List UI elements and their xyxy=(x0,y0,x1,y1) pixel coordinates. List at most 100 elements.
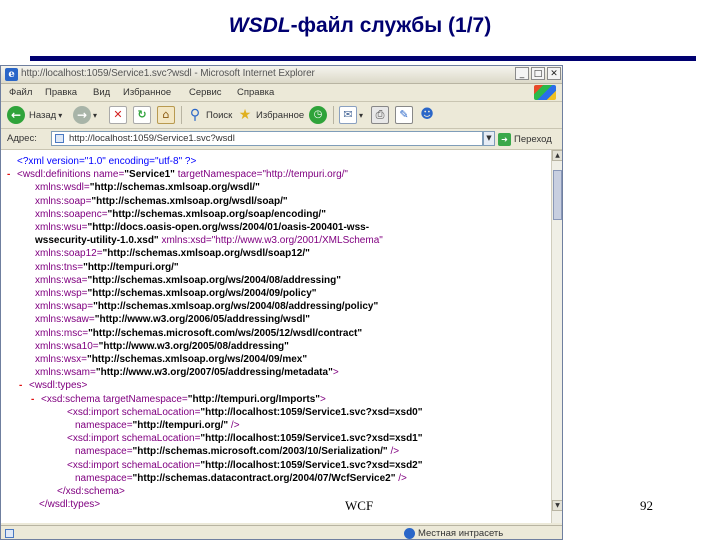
xml-line: namespace="http://tempuri.org/" /> xyxy=(65,420,240,432)
xml-tag-text: xmlns:msc= xyxy=(35,327,89,339)
xml-tag-tail: > xyxy=(332,367,339,379)
back-dropdown-icon[interactable]: ▾ xyxy=(58,111,62,120)
xml-tag-text: </wsdl:types> xyxy=(39,499,101,511)
maximize-button[interactable]: □ xyxy=(531,67,545,80)
xml-tag-text: xmlns:wsu= xyxy=(35,222,88,233)
xml-attr-value: "http://www.w3.org/2006/05/addressing/ws… xyxy=(94,314,311,326)
xml-tag-text: xmlns:soap= xyxy=(35,195,92,207)
xml-attr-value: "http://schemas.xmlsoap.org/ws/2004/09/m… xyxy=(86,354,308,365)
search-label: Поиск xyxy=(206,109,233,121)
page-status-icon xyxy=(5,529,14,538)
xml-attr-value: "http://docs.oasis-open.org/wss/2004/01/… xyxy=(87,222,370,233)
xml-line: <xsd:import schemaLocation="http://local… xyxy=(57,433,423,445)
xml-tag-text: xmlns:wsdl= xyxy=(35,182,90,194)
slide-footer-label: WCF xyxy=(345,498,374,513)
xml-attr-value: "http://localhost:1059/Service1.svc?xsd=… xyxy=(200,406,423,418)
browser-window: e http://localhost:1059/Service1.svc?wsd… xyxy=(0,65,563,540)
xml-tag-tail: /> xyxy=(387,446,400,458)
window-titlebar[interactable]: e http://localhost:1059/Service1.svc?wsd… xyxy=(1,66,562,84)
window-title: http://localhost:1059/Service1.svc?wsdl … xyxy=(21,68,315,79)
xml-tag-text: <xsd:import schemaLocation= xyxy=(67,459,201,471)
xml-attr-value: "http://schemas.xmlsoap.org/soap/encodin… xyxy=(107,208,326,220)
xml-tag-text: xmlns:tns= xyxy=(35,261,84,273)
slide-title-rest: -файл службы (1/7) xyxy=(290,14,492,37)
menu-item[interactable]: Справка xyxy=(237,87,274,98)
back-button[interactable]: ← Назад ▾ xyxy=(7,105,62,125)
xml-tag-text: xmlns:wsp= xyxy=(35,288,88,299)
title-divider xyxy=(30,56,696,61)
xml-tag-text: <wsdl:types> xyxy=(29,380,88,392)
xml-attr-value: "http://schemas.microsoft.com/ws/2005/12… xyxy=(88,327,363,339)
xml-line: namespace="http://schemas.datacontract.o… xyxy=(65,473,407,485)
mail-button[interactable]: ✉ ▾ xyxy=(339,105,363,125)
forward-button[interactable]: → ▾ xyxy=(73,105,97,125)
toolbar-divider xyxy=(181,106,182,124)
favorites-label: Избранное xyxy=(256,109,305,121)
xml-tag-tail: /> xyxy=(228,420,240,431)
print-button[interactable]: ⎙ xyxy=(371,105,389,125)
xml-attr-value: "http://tempuri.org/" xyxy=(83,261,179,273)
xml-line: - <wsdl:types> xyxy=(19,380,87,392)
xml-attr-value: "http://localhost:1059/Service1.svc?xsd=… xyxy=(200,433,423,445)
refresh-button[interactable]: ↻ xyxy=(133,105,151,125)
scroll-thumb[interactable] xyxy=(553,170,562,220)
collapse-toggle[interactable]: - xyxy=(19,380,29,392)
xml-tag-text: namespace= xyxy=(75,472,133,484)
menu-item[interactable]: Файл xyxy=(9,87,32,98)
close-button[interactable]: ✕ xyxy=(547,67,561,80)
go-button[interactable]: ➜ Переход xyxy=(498,131,552,147)
xml-tag-text: xmlns:wsap= xyxy=(35,301,94,313)
history-button[interactable]: ◷ xyxy=(309,105,327,125)
xml-attr-value: "http://schemas.xmlsoap.org/wsdl/" xyxy=(89,182,260,194)
favorites-button[interactable]: ★ Избранное xyxy=(237,105,304,125)
collapse-toggle[interactable]: - xyxy=(31,394,41,406)
xml-tag-text: xmlns:wsam= xyxy=(35,367,96,379)
minimize-button[interactable]: _ xyxy=(515,67,529,80)
xml-tag-text: <?xml version="1.0" encoding="utf-8" ?> xyxy=(17,156,197,167)
messenger-button[interactable]: ☻ xyxy=(419,105,435,125)
menu-item[interactable]: Сервис xyxy=(189,87,222,98)
xml-attr-value: "http://schemas.xmlsoap.org/ws/2004/08/a… xyxy=(93,301,379,313)
address-dropdown-icon[interactable]: ▼ xyxy=(483,131,495,146)
home-button[interactable]: ⌂ xyxy=(157,105,175,125)
menu-item[interactable]: Избранное xyxy=(123,87,171,98)
menu-item[interactable]: Правка xyxy=(45,87,77,98)
search-button[interactable]: ⚲ Поиск xyxy=(187,105,232,125)
xml-tag-text: namespace= xyxy=(75,420,133,431)
search-icon: ⚲ xyxy=(189,107,201,123)
xml-line: - <xsd:schema targetNamespace="http://tem… xyxy=(31,394,326,406)
edit-button[interactable]: ✎ xyxy=(395,105,413,125)
windows-flag-icon xyxy=(534,85,556,100)
xml-attr-value: "http://schemas.xmlsoap.org/wsdl/soap/" xyxy=(91,195,288,207)
address-input[interactable]: http://localhost:1059/Service1.svc?wsdl xyxy=(51,131,483,146)
xml-line: xmlns:soap12="http://schemas.xmlsoap.org… xyxy=(25,248,310,260)
messenger-people-icon: ☻ xyxy=(420,107,434,122)
xml-line: namespace="http://schemas.microsoft.com/… xyxy=(65,446,399,458)
mail-dropdown-icon[interactable]: ▾ xyxy=(359,111,363,120)
menu-item[interactable]: Вид xyxy=(93,87,110,98)
collapse-toggle[interactable]: - xyxy=(7,169,17,181)
stop-icon: ✕ xyxy=(109,106,127,124)
vertical-scrollbar[interactable]: ▲ ▼ xyxy=(551,150,562,523)
slide-page-number: 92 xyxy=(640,498,653,513)
xml-tag-text: </xsd:schema> xyxy=(57,486,125,497)
history-icon: ◷ xyxy=(309,106,327,124)
stop-button[interactable]: ✕ xyxy=(109,105,127,125)
forward-dropdown-icon[interactable]: ▾ xyxy=(93,111,97,120)
xml-line: xmlns:soap="http://schemas.xmlsoap.org/w… xyxy=(25,196,288,208)
xml-line: xmlns:wsa="http://schemas.xmlsoap.org/ws… xyxy=(25,275,341,287)
scroll-down-icon[interactable]: ▼ xyxy=(552,500,562,511)
xml-line: xmlns:wsam="http://www.w3.org/2007/05/ad… xyxy=(25,367,339,379)
xml-tag-tail: targetNamespace="http://tempuri.org/" xyxy=(174,169,348,181)
address-value: http://localhost:1059/Service1.svc?wsdl xyxy=(69,133,235,144)
xml-document-view[interactable]: <?xml version="1.0" encoding="utf-8" ?> -… xyxy=(1,150,551,523)
xml-attr-value: "http://schemas.xmlsoap.org/wsdl/soap12/… xyxy=(102,248,310,260)
back-label: Назад xyxy=(29,109,57,121)
scroll-up-icon[interactable]: ▲ xyxy=(552,150,562,161)
xml-line: xmlns:wsaw="http://www.w3.org/2006/05/ad… xyxy=(25,314,310,326)
xml-tag-text: xmlns:soap12= xyxy=(35,248,103,260)
forward-arrow-icon: → xyxy=(73,106,91,124)
xml-tag-text: <wsdl:definitions name= xyxy=(17,169,125,181)
print-icon: ⎙ xyxy=(371,106,389,124)
xml-attr-value: "http://www.w3.org/2005/08/addressing" xyxy=(98,340,289,352)
